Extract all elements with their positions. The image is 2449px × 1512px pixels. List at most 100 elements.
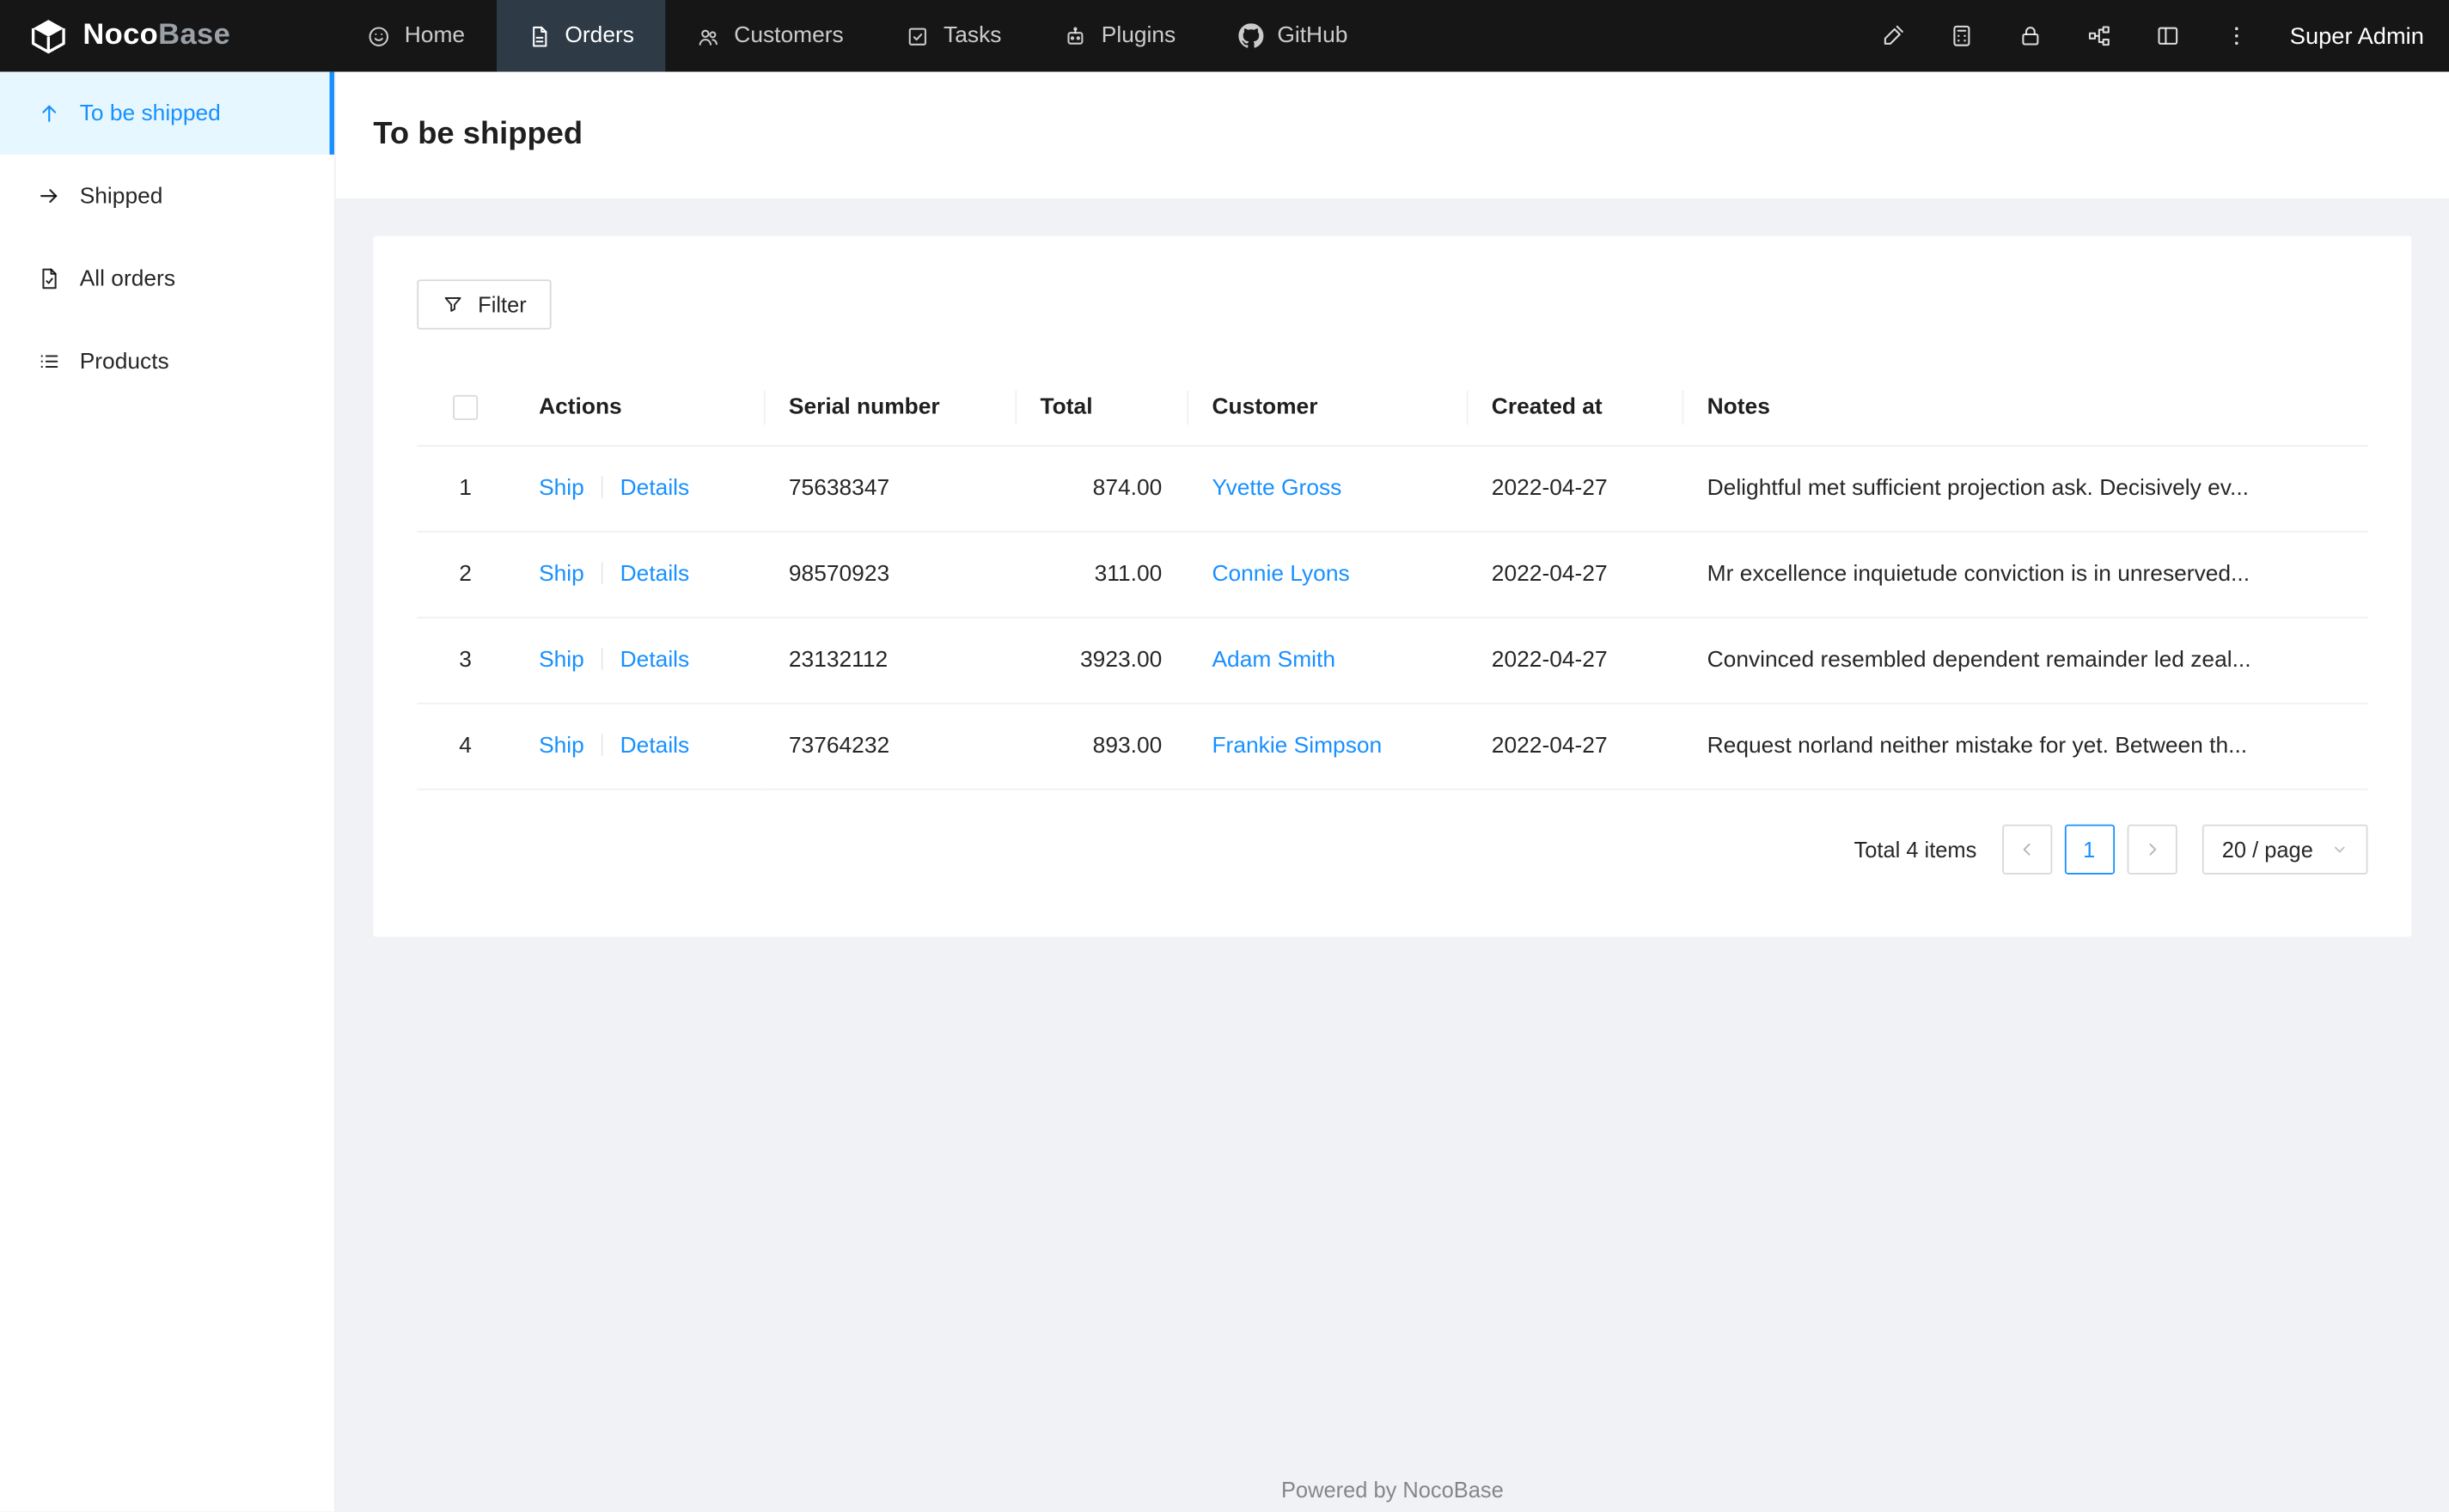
action-divider <box>601 562 603 585</box>
pagination: Total 4 items 1 20 / page <box>417 825 2368 875</box>
filter-button[interactable]: Filter <box>417 279 552 330</box>
table-row: 3 Ship Details 23132112 3923.00 Adam Smit… <box>417 618 2368 705</box>
row-actions: Ship Details <box>513 618 764 705</box>
serial-number-cell: 23132112 <box>763 618 1016 705</box>
tasks-icon <box>906 24 929 47</box>
customer-link[interactable]: Connie Lyons <box>1212 563 1349 588</box>
pagination-prev-button[interactable] <box>2001 825 2052 875</box>
collections-calculator-icon[interactable] <box>1927 0 1996 72</box>
ui-editor-pen-icon[interactable] <box>1859 0 1927 72</box>
more-ellipsis-icon[interactable] <box>2202 0 2271 72</box>
row-actions: Ship Details <box>513 532 764 619</box>
arrow-up-icon <box>38 101 61 125</box>
chevron-right-icon <box>2142 840 2161 859</box>
sidebar-item-label: Products <box>79 349 169 375</box>
orders-card: Filter Actions Serial number Total Custo… <box>373 235 2412 937</box>
row-actions: Ship Details <box>513 704 764 791</box>
ship-link[interactable]: Ship <box>539 477 584 502</box>
nav-item-tasks[interactable]: Tasks <box>875 0 1033 72</box>
nav-item-customers[interactable]: Customers <box>665 0 875 72</box>
column-header-created-at: Created at <box>1466 369 1683 448</box>
total-cell: 311.00 <box>1015 532 1188 619</box>
plugins-icon <box>1064 24 1087 47</box>
table-header-row: Actions Serial number Total Customer Cre… <box>417 369 2368 448</box>
main-menu: Home Orders Customers Tasks Plugins GitH… <box>336 0 1379 72</box>
nav-item-label: GitHub <box>1277 23 1348 49</box>
serial-number-cell: 73764232 <box>763 704 1016 791</box>
table-row: 4 Ship Details 73764232 893.00 Frankie Si… <box>417 704 2368 791</box>
footer-text: Powered by NocoBase <box>1280 1477 1504 1503</box>
customer-cell: Adam Smith <box>1187 618 1467 705</box>
shell: To be shipped Shipped All orders Product… <box>0 71 2449 1512</box>
page-title: To be shipped <box>373 117 583 152</box>
nav-item-label: Tasks <box>944 23 1002 49</box>
nav-item-label: Home <box>404 23 466 49</box>
customer-link[interactable]: Adam Smith <box>1212 649 1335 674</box>
nav-item-label: Plugins <box>1101 23 1176 49</box>
column-header-customer: Customer <box>1187 369 1467 448</box>
details-link[interactable]: Details <box>620 735 690 759</box>
customer-cell: Frankie Simpson <box>1187 704 1467 791</box>
table-row: 2 Ship Details 98570923 311.00 Connie Lyo… <box>417 532 2368 619</box>
filter-button-label: Filter <box>478 291 527 317</box>
api-partition-icon[interactable] <box>2065 0 2134 72</box>
pagination-next-button[interactable] <box>2126 825 2177 875</box>
details-link[interactable]: Details <box>620 649 690 674</box>
brand[interactable]: NocoBase <box>0 0 336 72</box>
customer-link[interactable]: Yvette Gross <box>1212 477 1341 502</box>
page-header: To be shipped <box>335 71 2449 198</box>
user-menu[interactable]: Super Admin <box>2290 22 2424 49</box>
serial-number-cell: 75638347 <box>763 446 1016 533</box>
nav-item-home[interactable]: Home <box>336 0 497 72</box>
ship-link[interactable]: Ship <box>539 735 584 759</box>
main-area: To be shipped Filter Actions Serial numb… <box>335 71 2449 1512</box>
nav-item-github[interactable]: GitHub <box>1207 0 1379 72</box>
layout-icon[interactable] <box>2134 0 2202 72</box>
pagination-page-1[interactable]: 1 <box>2064 825 2115 875</box>
notes-cell: Request norland neither mistake for yet.… <box>1682 704 2368 791</box>
action-divider <box>601 476 603 499</box>
customer-cell: Yvette Gross <box>1187 446 1467 533</box>
created-at-cell: 2022-04-27 <box>1466 446 1683 533</box>
details-link[interactable]: Details <box>620 563 690 588</box>
column-header-total: Total <box>1015 369 1188 448</box>
customer-link[interactable]: Frankie Simpson <box>1212 735 1382 759</box>
notes-cell: Convinced resembled dependent remainder … <box>1682 618 2368 705</box>
created-at-cell: 2022-04-27 <box>1466 532 1683 619</box>
nav-item-plugins[interactable]: Plugins <box>1033 0 1207 72</box>
nocobase-logo-icon <box>28 15 69 56</box>
sidebar: To be shipped Shipped All orders Product… <box>0 71 336 1512</box>
total-cell: 3923.00 <box>1015 618 1188 705</box>
customers-icon <box>697 24 720 47</box>
nav-item-label: Orders <box>565 23 634 49</box>
details-link[interactable]: Details <box>620 477 690 502</box>
notes-cell: Mr excellence inquietude conviction is i… <box>1682 532 2368 619</box>
page-content: Filter Actions Serial number Total Custo… <box>335 198 2449 1512</box>
page-size-value: 20 / page <box>2221 837 2313 863</box>
row-index: 4 <box>417 704 514 791</box>
sidebar-item-all-orders[interactable]: All orders <box>0 237 334 320</box>
sidebar-item-products[interactable]: Products <box>0 320 334 403</box>
chevron-down-icon <box>2332 842 2348 857</box>
orders-icon <box>528 24 551 47</box>
top-nav: NocoBase Home Orders Customers Tasks Plu… <box>0 0 2449 72</box>
action-divider <box>601 648 603 671</box>
chevron-left-icon <box>2018 840 2037 859</box>
top-nav-actions: Super Admin <box>1859 0 2449 72</box>
sidebar-item-to-be-shipped[interactable]: To be shipped <box>0 71 334 155</box>
select-all-checkbox[interactable] <box>453 395 479 421</box>
github-icon <box>1237 23 1264 48</box>
sidebar-item-shipped[interactable]: Shipped <box>0 155 334 237</box>
ship-link[interactable]: Ship <box>539 649 584 674</box>
pagination-total: Total 4 items <box>1854 837 1977 863</box>
serial-number-cell: 98570923 <box>763 532 1016 619</box>
lock-icon[interactable] <box>1996 0 2065 72</box>
app: NocoBase Home Orders Customers Tasks Plu… <box>0 0 2449 1512</box>
row-actions: Ship Details <box>513 446 764 533</box>
nav-item-orders[interactable]: Orders <box>496 0 666 72</box>
row-index: 2 <box>417 532 514 619</box>
created-at-cell: 2022-04-27 <box>1466 618 1683 705</box>
ship-link[interactable]: Ship <box>539 563 584 588</box>
column-header-serial-number: Serial number <box>763 369 1016 448</box>
page-size-select[interactable]: 20 / page <box>2202 825 2368 875</box>
